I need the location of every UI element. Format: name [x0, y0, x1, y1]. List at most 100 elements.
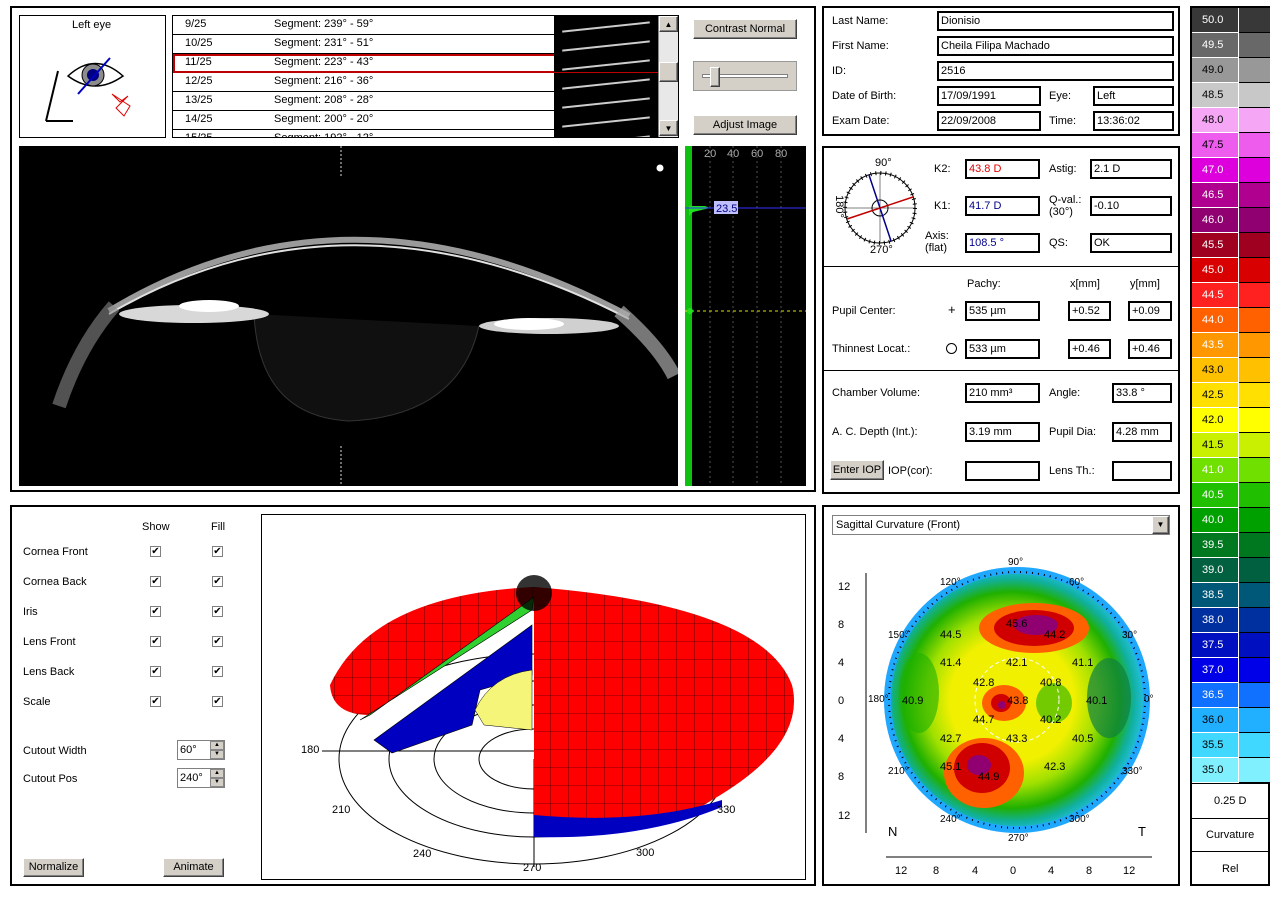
scale-type-label[interactable]: Curvature [1206, 829, 1254, 842]
layer-show-checkbox[interactable]: ✔ [150, 696, 161, 707]
scale-mode-label[interactable]: Rel [1222, 863, 1239, 876]
scale-bar [1239, 683, 1270, 708]
density-tick-20: 20 [704, 148, 717, 160]
layer-show-checkbox[interactable]: ✔ [150, 606, 161, 617]
scale-value-label: 35.0 [1202, 764, 1224, 776]
layer-fill-checkbox[interactable]: ✔ [212, 666, 223, 677]
cutout-width-label: Cutout Width [23, 745, 87, 757]
layer-fill-checkbox[interactable]: ✔ [212, 696, 223, 707]
layer-show-checkbox[interactable]: ✔ [150, 546, 161, 557]
scale-value-label: 38.5 [1202, 589, 1224, 601]
segment-row[interactable]: 12/25 Segment: 216° - 36° [173, 73, 658, 92]
cutout-width-up-icon[interactable]: ▲ [210, 741, 224, 750]
exam-date-field[interactable]: 22/09/2008 [937, 111, 1041, 131]
brightness-slider[interactable] [693, 61, 797, 91]
topo-value-label: 40.1 [1086, 695, 1108, 707]
y-tick-label: 0 [838, 695, 845, 707]
cutout-pos-down-icon[interactable]: ▼ [210, 778, 224, 787]
y-tick-label: 12 [838, 581, 851, 593]
pupil-y-field: +0.09 [1128, 301, 1172, 321]
model-3d-view[interactable] [261, 514, 806, 880]
topography-panel: Sagittal Curvature (Front) ▼ 12 8 4 0 4 8 12 12… [822, 505, 1180, 886]
first-name-field[interactable]: Cheila Filipa Machado [937, 36, 1174, 56]
scale-bar [1239, 8, 1270, 33]
segment-row[interactable]: 10/25 Segment: 231° - 51° [173, 35, 658, 54]
scroll-down-button[interactable]: ▼ [659, 120, 678, 136]
cutout-pos-up-icon[interactable]: ▲ [210, 769, 224, 778]
scale-value-label: 42.0 [1202, 414, 1224, 426]
scale-bar [1239, 733, 1270, 758]
cutout-width-stepper[interactable]: 60° ▲ ▼ [177, 740, 225, 760]
segment-list-scrollbar[interactable]: ▲ ▼ [658, 16, 678, 137]
patient-panel: Last Name: Dionisio First Name: Cheila F… [822, 6, 1180, 136]
time-field[interactable]: 13:36:02 [1093, 111, 1174, 131]
scheimpflug-panel: 20 40 60 80 23.5 [10, 142, 816, 492]
layer-fill-checkbox[interactable]: ✔ [212, 576, 223, 587]
segment-row[interactable]: 14/25 Segment: 200° - 20° [173, 111, 658, 130]
y-header: y[mm] [1130, 278, 1160, 290]
circle-icon [946, 343, 957, 354]
map-type-dropdown[interactable]: Sagittal Curvature (Front) ▼ [832, 515, 1170, 535]
contrast-button[interactable]: Contrast Normal [693, 19, 797, 39]
scale-bar [1239, 583, 1270, 608]
last-name-field[interactable]: Dionisio [937, 11, 1174, 31]
dob-field[interactable]: 17/09/1991 [937, 86, 1041, 106]
animate-button[interactable]: Animate [163, 858, 224, 877]
topo-value-label: 44.2 [1044, 629, 1066, 641]
segment-index: 14/25 [185, 113, 213, 125]
id-label: ID: [832, 65, 847, 77]
adjust-image-button[interactable]: Adjust Image [693, 115, 797, 135]
layer-fill-checkbox[interactable]: ✔ [212, 606, 223, 617]
layer-show-checkbox[interactable]: ✔ [150, 666, 161, 677]
scale-value-label: 44.0 [1202, 314, 1224, 326]
lens-thickness-label: Lens Th.: [1049, 465, 1095, 477]
normalize-button[interactable]: Normalize [23, 858, 84, 877]
scale-value-label: 43.5 [1202, 339, 1224, 351]
topo-value-label: 45.6 [1006, 618, 1028, 630]
map-type-value: Sagittal Curvature (Front) [836, 519, 961, 531]
cutout-pos-stepper[interactable]: 240° ▲ ▼ [177, 768, 225, 788]
segment-label: Segment: 200° - 20° [274, 113, 374, 125]
topo-value-label: 42.7 [940, 733, 962, 745]
y-tick-label: 4 [838, 733, 845, 745]
scroll-up-button[interactable]: ▲ [659, 16, 678, 32]
density-profile [685, 146, 806, 486]
time-label: Time: [1049, 115, 1077, 127]
scale-value-label: 40.0 [1202, 514, 1224, 526]
scroll-thumb[interactable] [659, 62, 678, 82]
chevron-down-icon[interactable]: ▼ [1152, 516, 1169, 534]
scale-bar [1239, 183, 1270, 208]
slider-thumb[interactable] [710, 67, 720, 87]
topo-value-label: 43.8 [1007, 695, 1029, 707]
id-field[interactable]: 2516 [937, 61, 1174, 81]
scale-step-label[interactable]: 0.25 D [1214, 795, 1246, 808]
scale-value-label: 39.0 [1202, 564, 1224, 576]
enter-iop-button[interactable]: Enter IOP [830, 460, 884, 480]
segment-row[interactable]: 13/25 Segment: 208° - 28° [173, 92, 658, 111]
thinnest-label: Thinnest Locat.: [832, 343, 911, 355]
lens-thickness-field [1112, 461, 1172, 481]
topo-value-label: 42.8 [973, 677, 995, 689]
x-tick-label: 4 [1048, 865, 1055, 877]
show-header: Show [142, 521, 170, 533]
scale-bar [1239, 358, 1270, 383]
topo-value-label: 40.5 [1072, 733, 1094, 745]
layer-show-checkbox[interactable]: ✔ [150, 576, 161, 587]
scale-bar [1239, 258, 1270, 283]
segment-index: 12/25 [185, 75, 213, 87]
segment-index: 11/25 [185, 56, 212, 68]
segment-row[interactable]: 15/25 Segment: 192° - 12° [173, 130, 658, 137]
eye-field[interactable]: Left [1093, 86, 1174, 106]
layer-show-checkbox[interactable]: ✔ [150, 636, 161, 647]
iop-field[interactable] [965, 461, 1040, 481]
last-name-label: Last Name: [832, 15, 889, 27]
layer-fill-checkbox[interactable]: ✔ [212, 636, 223, 647]
scale-value-label: 43.0 [1202, 364, 1224, 376]
segment-list[interactable]: 9/25 Segment: 239° - 59° 10/25 Segment: 231… [172, 15, 679, 138]
segment-row[interactable]: 11/25 Segment: 223° - 43° [173, 54, 658, 73]
segment-row[interactable]: 9/25 Segment: 239° - 59° [173, 16, 658, 35]
scale-value-label: 44.5 [1202, 289, 1224, 301]
scale-value-label: 48.5 [1202, 89, 1224, 101]
cutout-width-down-icon[interactable]: ▼ [210, 750, 224, 759]
layer-fill-checkbox[interactable]: ✔ [212, 546, 223, 557]
